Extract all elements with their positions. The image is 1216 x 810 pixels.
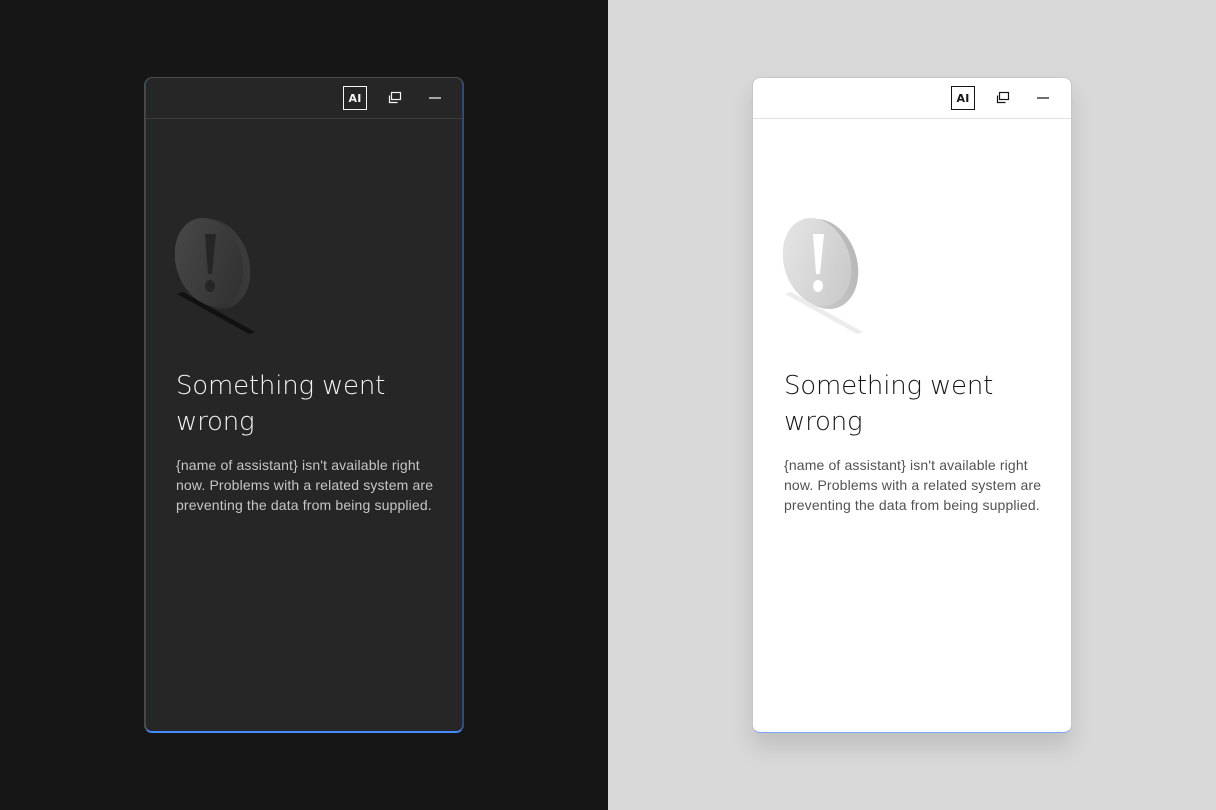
error-message: {name of assistant} isn't available righ… — [176, 457, 434, 513]
minimize-button[interactable] — [1023, 78, 1063, 118]
error-title: Something went wrong — [176, 371, 386, 437]
minimize-icon — [429, 97, 441, 99]
popout-icon — [996, 91, 1010, 104]
error-message: {name of assistant} isn't available righ… — [784, 457, 1042, 513]
warning-exclamation-illustration — [175, 218, 255, 334]
panel-header: AI — [145, 78, 463, 119]
popout-icon — [388, 91, 402, 104]
error-title: Something went wrong — [784, 371, 994, 437]
chat-panel-dark: AI Something went wrong {name of assista… — [144, 77, 464, 733]
warning-exclamation-illustration — [783, 218, 863, 334]
dark-theme-canvas: AI Something went wrong {name of assista… — [0, 0, 608, 810]
expand-button[interactable] — [375, 78, 415, 118]
panel-header: AI — [753, 78, 1071, 119]
light-theme-canvas: AI Something went wrong {name of assista… — [608, 0, 1216, 810]
chat-panel-light: AI Something went wrong {name of assista… — [752, 77, 1072, 733]
expand-button[interactable] — [983, 78, 1023, 118]
ai-badge-icon: AI — [951, 86, 975, 110]
minimize-icon — [1037, 97, 1049, 99]
ai-badge-icon: AI — [343, 86, 367, 110]
ai-label-button[interactable]: AI — [943, 78, 983, 118]
minimize-button[interactable] — [415, 78, 455, 118]
ai-label-button[interactable]: AI — [335, 78, 375, 118]
